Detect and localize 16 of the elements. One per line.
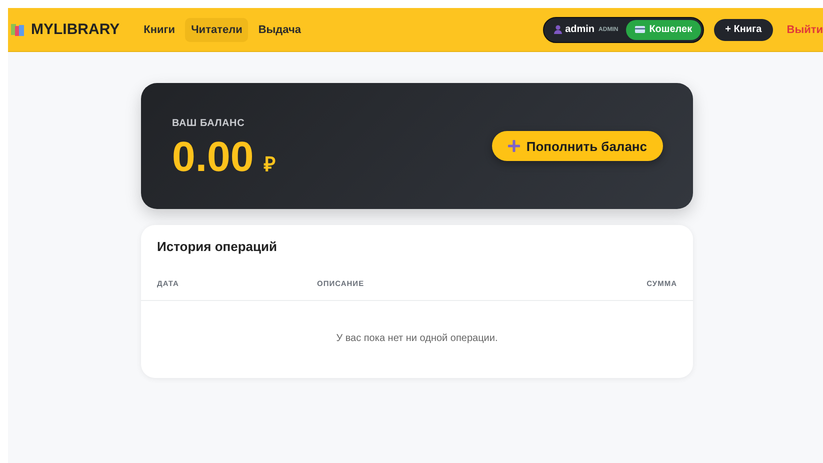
empty-message: У вас пока нет ни одной операции.: [335, 333, 499, 344]
plus-icon: [508, 140, 520, 152]
currency-sign: ₽: [264, 152, 276, 176]
books-icon: [11, 23, 25, 36]
nav-tab[interactable]: Выдача: [252, 18, 308, 42]
nav-tab[interactable]: Книги: [138, 18, 182, 42]
add-book-button[interactable]: + Книга: [714, 18, 773, 40]
user-name: admin: [565, 24, 595, 35]
top-up-button[interactable]: Пополнить баланс: [492, 131, 663, 161]
nav-tab[interactable]: Читатели: [185, 18, 248, 42]
history-title: История операций: [156, 238, 278, 254]
balance-label: ВАШ БАЛАНС: [172, 118, 246, 128]
logo-text[interactable]: MYLIBRARY: [31, 21, 120, 38]
card-icon: [635, 26, 646, 33]
user-icon: [554, 25, 562, 34]
balance-amount: 0.00: [172, 134, 254, 178]
